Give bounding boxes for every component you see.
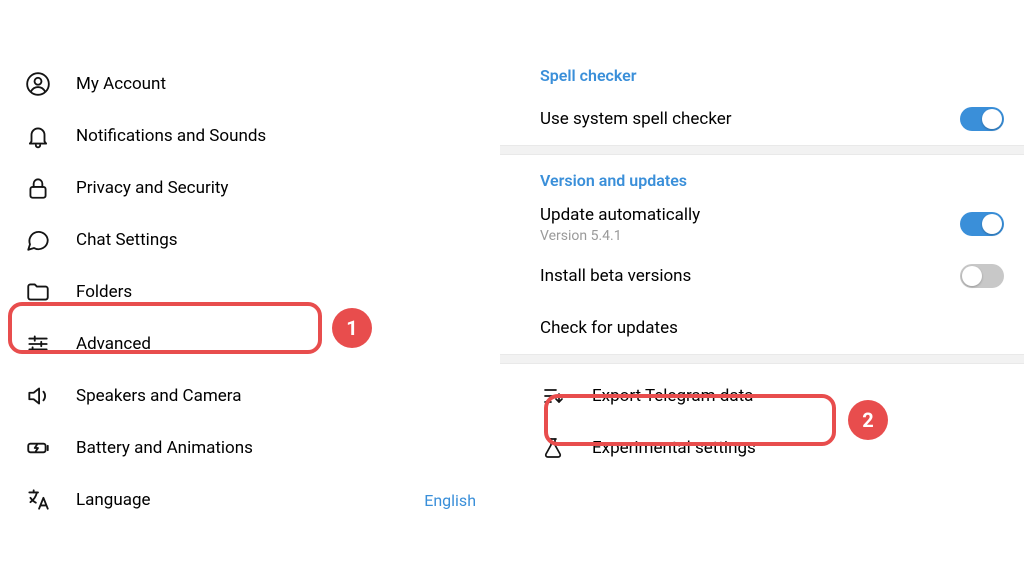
folder-icon <box>24 278 52 306</box>
volume-icon <box>24 382 52 410</box>
sidebar-item-language[interactable]: Language English <box>0 474 500 526</box>
advanced-panel: Spell checker Use system spell checker V… <box>500 0 1024 576</box>
sidebar-item-label: Advanced <box>76 334 151 354</box>
sidebar-item-label: Notifications and Sounds <box>76 126 266 146</box>
sidebar-item-label: My Account <box>76 74 166 94</box>
row-install-beta[interactable]: Install beta versions <box>500 250 1024 302</box>
sidebar-item-label: Chat Settings <box>76 230 178 250</box>
row-experimental-settings[interactable]: Experimental settings <box>500 422 1024 474</box>
sliders-icon <box>24 330 52 358</box>
row-title: Check for updates <box>540 318 1004 338</box>
row-title: Install beta versions <box>540 266 960 286</box>
sidebar-item-privacy[interactable]: Privacy and Security <box>0 162 500 214</box>
sidebar-item-label: Folders <box>76 282 132 302</box>
sidebar-item-speakers-camera[interactable]: Speakers and Camera <box>0 370 500 422</box>
sidebar-item-folders[interactable]: Folders <box>0 266 500 318</box>
sidebar-item-advanced[interactable]: Advanced <box>0 318 500 370</box>
sidebar-item-label: Battery and Animations <box>76 438 253 458</box>
chat-icon <box>24 226 52 254</box>
section-header-version: Version and updates <box>500 155 1024 198</box>
row-title: Experimental settings <box>592 438 1004 458</box>
toggle-auto-update[interactable] <box>960 212 1004 236</box>
row-title: Update automatically <box>540 205 960 225</box>
version-subtitle: Version 5.4.1 <box>540 228 960 244</box>
sidebar-item-label: Speakers and Camera <box>76 386 241 406</box>
section-separator <box>500 145 1024 155</box>
toggle-install-beta[interactable] <box>960 264 1004 288</box>
sidebar-item-my-account[interactable]: My Account <box>0 58 500 110</box>
language-value: English <box>424 491 476 510</box>
lock-icon <box>24 174 52 202</box>
row-export-telegram-data[interactable]: Export Telegram data <box>500 370 1024 422</box>
section-header-spell: Spell checker <box>500 50 1024 93</box>
toggle-system-spell[interactable] <box>960 107 1004 131</box>
row-title: Export Telegram data <box>592 386 1004 406</box>
export-icon <box>540 383 566 409</box>
battery-icon <box>24 434 52 462</box>
sidebar-item-notifications[interactable]: Notifications and Sounds <box>0 110 500 162</box>
bell-icon <box>24 122 52 150</box>
sidebar-item-chat-settings[interactable]: Chat Settings <box>0 214 500 266</box>
sidebar-item-label: Privacy and Security <box>76 178 228 198</box>
row-use-system-spell[interactable]: Use system spell checker <box>500 93 1024 145</box>
row-update-automatically[interactable]: Update automatically Version 5.4.1 <box>500 198 1024 250</box>
account-icon <box>24 70 52 98</box>
flask-icon <box>540 435 566 461</box>
sidebar-item-battery-animations[interactable]: Battery and Animations <box>0 422 500 474</box>
row-title: Use system spell checker <box>540 109 960 129</box>
section-separator <box>500 354 1024 364</box>
language-icon <box>24 486 52 514</box>
row-check-updates[interactable]: Check for updates <box>500 302 1024 354</box>
sidebar-item-label: Language <box>76 490 151 510</box>
settings-nav: My Account Notifications and Sounds Priv… <box>0 0 500 576</box>
